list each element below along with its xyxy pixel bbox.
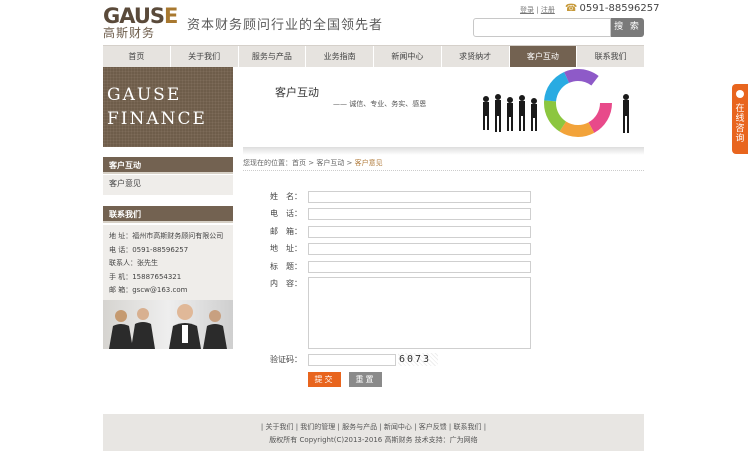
online-consult-tab[interactable]: 在线咨询 (732, 84, 748, 154)
contact-info: 地 址：福州市高斯财务顾问有限公司 电 话：0591-88596257 联系人：… (103, 225, 233, 301)
footer-links[interactable]: | 关于我们 | 我们的管理 | 服务与产品 | 新闻中心 | 客户反馈 | 联… (103, 421, 644, 434)
phone-icon: ☎ (565, 3, 578, 14)
subject-field[interactable] (308, 261, 531, 273)
banner-subtitle: —— 诚信、专业、务实、感恩 (333, 100, 427, 108)
chat-icon (736, 90, 744, 98)
breadcrumb-sep: > (306, 159, 317, 167)
team-photo (103, 300, 233, 349)
phone-number: ☎ 0591-88596257 (565, 3, 659, 14)
phone-field[interactable] (308, 208, 531, 220)
name-field[interactable] (308, 191, 531, 203)
search-button[interactable]: 搜 索 (611, 18, 644, 37)
logo[interactable]: GAUSE 高斯财务 (103, 4, 178, 41)
form-row-email: 邮 箱： (268, 226, 538, 238)
online-consult-text: 在线咨询 (735, 104, 745, 144)
form-row-name: 姓 名： (268, 191, 538, 203)
logo-cn: 高斯财务 (103, 26, 156, 40)
breadcrumb-home[interactable]: 首页 (292, 159, 306, 167)
logo-text-a: GAUS (103, 4, 165, 28)
submit-button[interactable]: 提交 (308, 372, 341, 387)
address-field[interactable] (308, 243, 531, 255)
nav-contact[interactable]: 联系我们 (577, 46, 644, 67)
nav-guide[interactable]: 业务指南 (306, 46, 374, 67)
breadcrumb-current: 客户意见 (354, 159, 383, 167)
subject-label: 标 题： (270, 262, 302, 271)
address-label: 地 址： (270, 244, 302, 253)
banner-line2: FINANCE (107, 109, 207, 129)
breadcrumb-prefix: 您现在的位置： (243, 159, 292, 167)
contact-address: 地 址：福州市高斯财务顾问有限公司 (109, 232, 224, 240)
contact-person: 联系人：张先生 (109, 259, 158, 267)
nav-interaction[interactable]: 客户互动 (509, 46, 578, 67)
reset-button[interactable]: 重置 (349, 372, 382, 387)
nav-home[interactable]: 首页 (103, 46, 171, 67)
contact-email: 邮 箱：gscw@163.com (109, 286, 188, 294)
captcha-image[interactable]: 6073 (398, 353, 438, 366)
contact-mobile: 手 机：15887654321 (109, 272, 182, 281)
nav-services[interactable]: 服务与产品 (239, 46, 307, 67)
form-row-phone: 电 话： (268, 208, 538, 220)
content-label: 内 容： (270, 279, 302, 288)
breadcrumb: 您现在的位置：首页 > 客户互动 > 客户意见 (243, 158, 644, 171)
team-photo-illustration (109, 304, 227, 349)
email-label: 邮 箱： (270, 227, 302, 236)
nav-news[interactable]: 新闻中心 (374, 46, 442, 67)
name-label: 姓 名： (270, 192, 302, 201)
sidebar-item-feedback[interactable]: 客户意见 (103, 175, 233, 195)
left-banner: GAUSE FINANCE (103, 67, 233, 147)
breadcrumb-sep: > (344, 159, 355, 167)
phone-text: 0591-88596257 (579, 3, 660, 14)
captcha-label: 验证码： (270, 355, 302, 364)
logo-text-b: E (164, 4, 178, 28)
email-field[interactable] (308, 226, 531, 238)
main-nav: 首页 关于我们 服务与产品 业务指南 新闻中心 求贤纳才 客户互动 联系我们 (103, 45, 644, 67)
contact-tel: 电 话：0591-88596257 (109, 245, 189, 254)
captcha-input[interactable] (308, 354, 396, 366)
search-input[interactable] (473, 18, 611, 37)
search-bar: 搜 索 (473, 18, 644, 37)
footer: | 关于我们 | 我们的管理 | 服务与产品 | 新闻中心 | 客户反馈 | 联… (103, 414, 644, 451)
nav-about[interactable]: 关于我们 (171, 46, 239, 67)
phone-label: 电 话： (270, 209, 302, 218)
form-row-address: 地 址： (268, 243, 538, 255)
banner-line1: GAUSE (107, 85, 182, 105)
footer-copyright: 版权所有 Copyright(C)2013-2016 高斯财务 技术支持：广为网… (269, 436, 478, 444)
register-link[interactable]: 注册 (541, 6, 555, 14)
business-people-illustration (483, 69, 629, 137)
breadcrumb-section[interactable]: 客户互动 (316, 159, 344, 167)
right-banner: 客户互动 —— 诚信、专业、务实、感恩 (243, 67, 644, 147)
separator: | (536, 6, 539, 14)
content-textarea[interactable] (308, 277, 531, 349)
sidebar-title: 客户互动 (103, 157, 233, 174)
banner-shadow (243, 147, 644, 155)
contact-title: 联系我们 (103, 206, 233, 223)
form-row-subject: 标 题： (268, 261, 538, 273)
nav-jobs[interactable]: 求贤纳才 (442, 46, 510, 67)
login-link[interactable]: 登录 (520, 6, 534, 14)
top-links: 登录 | 注册 (520, 5, 555, 15)
slogan: 资本财务顾问行业的全国领先者 (187, 18, 384, 33)
banner-title: 客户互动 (275, 86, 319, 99)
